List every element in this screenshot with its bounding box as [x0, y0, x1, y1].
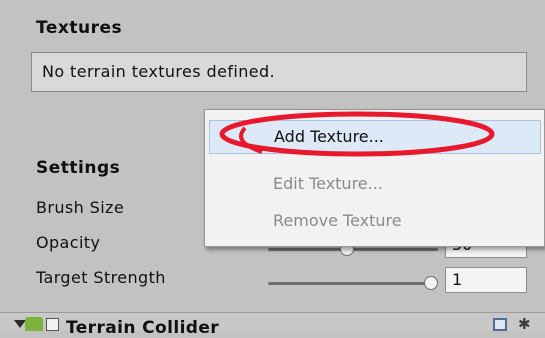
opacity-label: Opacity	[36, 233, 101, 252]
target-strength-slider[interactable]	[268, 282, 436, 285]
menu-item-remove-texture[interactable]: Remove Texture	[205, 204, 544, 238]
component-enabled-checkbox[interactable]	[46, 318, 59, 331]
brush-size-label: Brush Size	[36, 198, 125, 217]
target-strength-slider-thumb[interactable]	[424, 276, 438, 290]
gear-icon[interactable]: ✱	[518, 315, 531, 333]
help-book-icon[interactable]	[493, 318, 507, 331]
terrain-collider-icon	[25, 317, 43, 331]
textures-empty-message: No terrain textures defined.	[42, 62, 276, 81]
textures-section-title: Textures	[36, 18, 123, 38]
settings-section-title: Settings	[36, 158, 121, 178]
target-strength-field[interactable]: 1	[445, 267, 527, 293]
context-menu: Add Texture... Edit Texture... Remove Te…	[204, 109, 545, 247]
textures-empty-box: No terrain textures defined.	[31, 52, 527, 92]
menu-item-add-texture[interactable]: Add Texture...	[209, 120, 541, 154]
menu-item-edit-texture[interactable]: Edit Texture...	[205, 167, 544, 201]
target-strength-label: Target Strength	[36, 268, 166, 287]
terrain-collider-title: Terrain Collider	[66, 318, 220, 338]
